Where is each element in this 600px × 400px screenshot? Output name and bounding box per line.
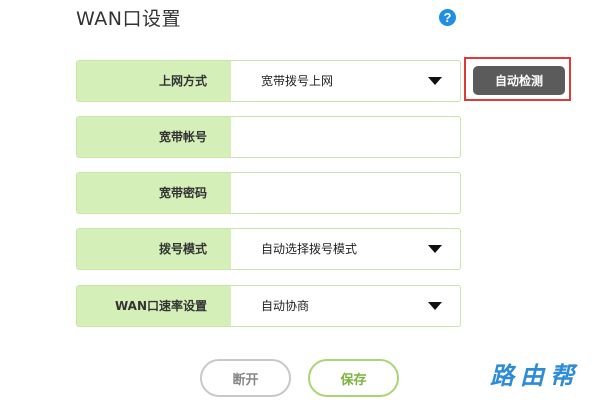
- dial-mode-label: 拨号模式: [77, 229, 231, 269]
- wan-speed-value: 自动协商: [261, 299, 310, 313]
- dropdown-caret-icon[interactable]: [428, 302, 442, 310]
- broadband-account-row: 宽带帐号: [76, 116, 461, 158]
- broadband-password-row: 宽带密码: [76, 172, 461, 214]
- save-button[interactable]: 保存: [308, 359, 399, 397]
- watermark-text: 路由帮: [490, 361, 580, 390]
- disconnect-button[interactable]: 断开: [200, 359, 291, 397]
- help-icon[interactable]: ?: [439, 9, 456, 26]
- dial-mode-select[interactable]: 拨号模式 自动选择拨号模式: [76, 228, 461, 270]
- wan-settings-page: WAN口设置 ? 上网方式 宽带拨号上网 自动检测 宽带帐号 宽带密码 拨号模式…: [0, 0, 600, 400]
- wan-speed-select[interactable]: WAN口速率设置 自动协商: [76, 285, 461, 327]
- dropdown-caret-icon[interactable]: [428, 77, 442, 85]
- page-title: WAN口设置: [76, 8, 181, 30]
- broadband-password-label: 宽带密码: [77, 173, 231, 213]
- dropdown-caret-icon[interactable]: [428, 245, 442, 253]
- connection-type-label: 上网方式: [77, 61, 231, 101]
- connection-type-value: 宽带拨号上网: [261, 74, 334, 88]
- dial-mode-value: 自动选择拨号模式: [261, 242, 358, 256]
- broadband-password-input[interactable]: [231, 173, 460, 213]
- broadband-account-label: 宽带帐号: [77, 117, 231, 157]
- connection-type-select[interactable]: 上网方式 宽带拨号上网: [76, 60, 461, 102]
- wan-speed-label: WAN口速率设置: [77, 286, 231, 326]
- auto-detect-button[interactable]: 自动检测: [473, 66, 565, 95]
- broadband-account-input[interactable]: [231, 117, 460, 157]
